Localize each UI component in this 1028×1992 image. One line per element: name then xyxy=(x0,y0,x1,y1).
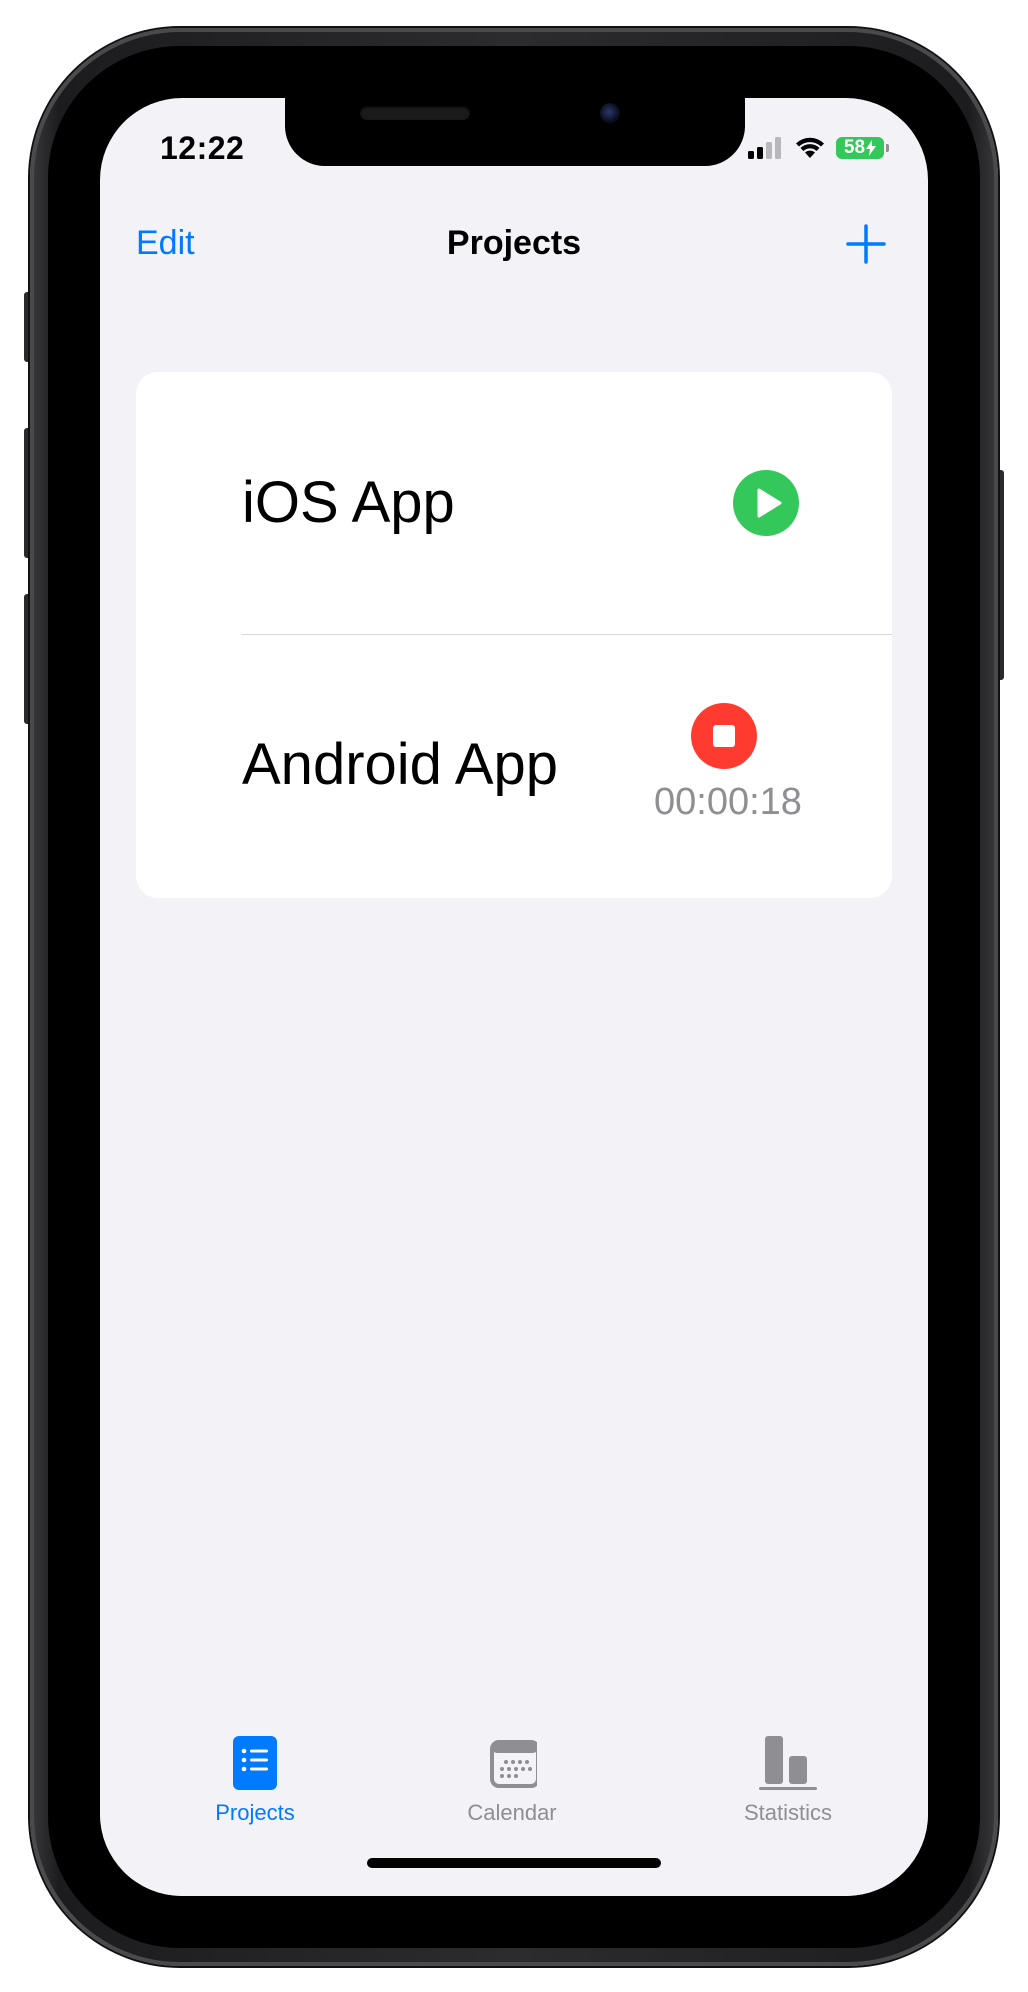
project-name: Android App xyxy=(242,732,559,797)
battery-icon: 58 xyxy=(836,137,889,159)
list-item[interactable]: Android App 00:00:18 xyxy=(136,635,892,898)
speaker-grille xyxy=(360,106,470,120)
status-time: 12:22 xyxy=(160,130,245,166)
calendar-icon xyxy=(490,1740,537,1788)
tab-calendar[interactable]: Calendar xyxy=(412,1736,612,1836)
tab-projects[interactable]: Projects xyxy=(155,1736,355,1836)
home-indicator[interactable] xyxy=(367,1858,661,1868)
list-item[interactable]: iOS App xyxy=(136,372,892,634)
battery-tip xyxy=(886,144,889,152)
plus-icon xyxy=(846,224,886,264)
stop-icon xyxy=(713,725,735,747)
tab-bar: Projects Calendar Statistics xyxy=(100,1710,928,1896)
status-icons: 58 xyxy=(748,136,889,160)
project-name: iOS App xyxy=(242,470,455,535)
bar-chart-icon xyxy=(759,1736,817,1790)
app-screen: 12:22 58 Edit Projects iOS App Android A… xyxy=(100,98,928,1896)
stop-timer-button[interactable] xyxy=(691,703,757,769)
tab-label: Calendar xyxy=(467,1800,557,1825)
charging-bolt-icon xyxy=(866,140,877,156)
tab-label: Statistics xyxy=(743,1800,833,1825)
page-title: Projects xyxy=(446,224,582,262)
tab-statistics[interactable]: Statistics xyxy=(688,1736,888,1836)
add-project-button[interactable] xyxy=(844,222,888,266)
start-timer-button[interactable] xyxy=(733,470,799,536)
list-icon xyxy=(233,1736,277,1790)
tab-label: Projects xyxy=(215,1800,295,1825)
elapsed-timer: 00:00:18 xyxy=(654,781,802,823)
edit-button[interactable]: Edit xyxy=(136,224,195,263)
cellular-signal-icon xyxy=(748,137,781,159)
wifi-icon xyxy=(796,137,824,158)
device-mockup: 12:22 58 Edit Projects iOS App Android A… xyxy=(0,0,1028,1992)
notch xyxy=(285,98,745,166)
front-camera xyxy=(600,103,620,123)
projects-list: iOS App Android App 00:00:18 xyxy=(136,372,892,898)
play-icon xyxy=(757,488,782,518)
battery-level: 58 xyxy=(843,137,866,158)
